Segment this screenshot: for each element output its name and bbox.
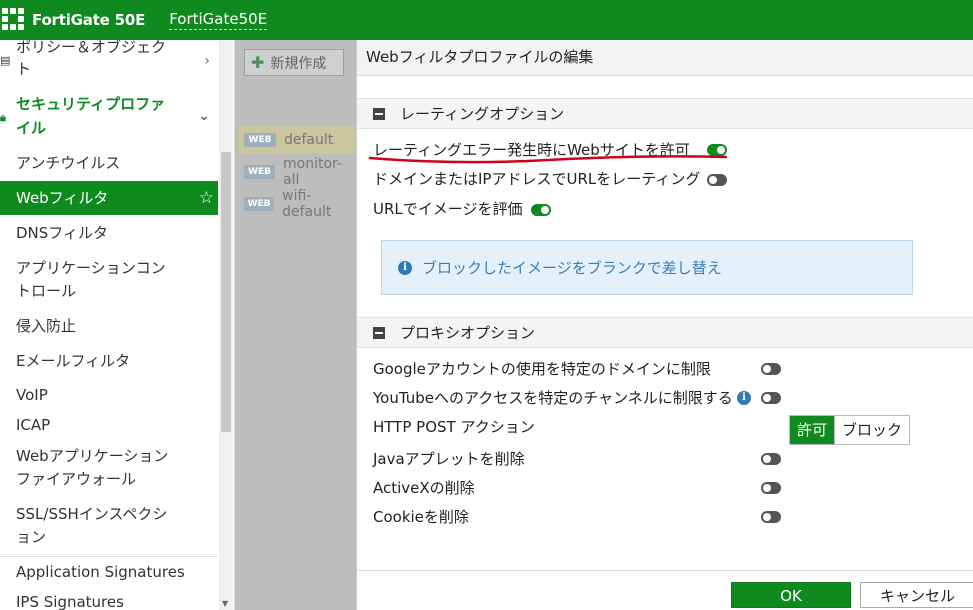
section-title: プロキシオプション [400,324,536,342]
sidebar-item-label: Application Signatures [16,563,185,581]
sidebar-item-label: セキュリティプロファイル [16,95,166,137]
dialog-footer: OK キャンセル [357,570,973,610]
option-label: ドメインまたはIPアドレスでURLをレーティング [373,170,701,188]
dialog-title: Webフィルタプロファイルの編集 [357,40,973,76]
option-label: ActiveXの削除 [373,479,475,497]
web-badge: WEB [244,197,275,211]
sidebar-item-dns-filter[interactable]: DNSフィルタ [0,222,218,245]
toggle-remove-activex[interactable] [761,482,781,494]
section-title: レーティングオプション [400,105,565,123]
ok-button[interactable]: OK [731,582,851,608]
proxy-options-header[interactable]: プロキシオプション [357,317,973,348]
sidebar-item-ips-signatures[interactable]: IPS Signatures [0,591,218,610]
rating-options-header[interactable]: レーティングオプション [357,98,973,129]
sidebar-item-web-filter[interactable]: Webフィルタ ☆ [0,181,218,215]
sidebar-scrollbar[interactable]: ▼ [219,40,233,610]
sidebar-item-icap[interactable]: ICAP [0,414,218,437]
profile-name: monitor-all [283,156,342,188]
toggle-remove-cookies[interactable] [761,511,781,523]
fortinet-logo-icon [2,8,26,32]
sidebar-item-label: SSL/SSHインスペクション [16,505,168,546]
sidebar-item-policy-objects[interactable]: ▤ ポリシー＆オブジェクト › [0,40,218,84]
plus-icon: ✚ [251,53,265,72]
collapse-icon[interactable] [373,326,385,339]
hostname-link[interactable]: FortiGate50E [169,10,268,30]
list-item[interactable]: WEB wifi-default [238,188,356,220]
sidebar-item-security-profiles[interactable]: 🔒︎ セキュリティプロファイル ⌄ [0,92,218,140]
sidebar-item-app-signatures[interactable]: Application Signatures [0,561,218,584]
allow-button[interactable]: 許可 [790,416,835,444]
option-remove-java-applets: Javaアプレットを削除 [373,449,525,469]
star-icon[interactable]: ☆ [199,181,214,215]
info-icon: i [398,260,412,275]
option-label: URLでイメージを評価 [373,200,523,218]
option-http-post-action: HTTP POST アクション [373,417,535,437]
profile-list-background: ✚ 新規作成 WEB default WEB monitor-all WEB w… [235,40,356,610]
sidebar-item-label: IPS Signatures [16,593,124,610]
info-message: i ブロックしたイメージをブランクで差し替え [381,240,913,295]
toggle-remove-java-applets[interactable] [761,453,781,465]
sidebar-item-label: ICAP [16,416,51,434]
toggle-google-account-restrict[interactable] [761,363,781,375]
sidebar-item-label: ポリシー＆オブジェクト [16,40,167,78]
info-icon[interactable]: i [737,391,751,405]
sidebar-item-label: DNSフィルタ [16,224,108,242]
http-post-action-selector: 許可 ブロック [789,415,911,445]
sidebar-item-label: Webアプリケーションファイアウォール [16,447,169,488]
top-bar: FortiGate 50E FortiGate50E [0,0,973,40]
list-item[interactable]: WEB default [238,126,356,154]
sidebar-item-antivirus[interactable]: アンチウイルス [0,152,218,175]
red-annotation-underline [368,155,728,164]
toggle-rate-images-by-url[interactable] [531,204,551,216]
scroll-down-icon[interactable]: ▼ [222,599,228,608]
sidebar-item-ssl-ssh[interactable]: SSL/SSHインスペクション [0,503,218,549]
option-rate-images-by-url: URLでイメージを評価 [373,199,522,219]
option-remove-activex: ActiveXの削除 [373,478,475,498]
sidebar-nav: ▤ ポリシー＆オブジェクト › 🔒︎ セキュリティプロファイル ⌄ アンチウイル… [0,40,235,610]
toggle-rate-url-by-domain-ip[interactable] [707,174,727,186]
option-label: Googleアカウントの使用を特定のドメインに制限 [373,360,711,378]
sidebar-item-label: VoIP [16,386,48,404]
sidebar-item-voip[interactable]: VoIP [0,384,218,407]
lock-icon: 🔒︎ [0,111,6,124]
sidebar-item-label: Webフィルタ [16,189,109,207]
device-brand: FortiGate 50E [32,11,146,29]
collapse-icon[interactable] [373,107,385,120]
profile-name: wifi-default [282,188,332,220]
cancel-button[interactable]: キャンセル [860,582,973,608]
option-label: Cookieを削除 [373,508,469,526]
create-new-label: 新規作成 [270,55,327,72]
sidebar-item-label: 侵入防止 [16,317,77,335]
option-label: YouTubeへのアクセスを特定のチャンネルに制限する [373,389,733,407]
scroll-thumb[interactable] [221,152,231,432]
block-button[interactable]: ブロック [834,416,910,444]
option-youtube-channel-restrict: YouTubeへのアクセスを特定のチャンネルに制限する [373,388,733,408]
toggle-youtube-channel-restrict[interactable] [761,392,781,404]
web-badge: WEB [244,133,276,147]
option-label: HTTP POST アクション [373,418,535,436]
profile-name: default [284,132,334,148]
list-item[interactable]: WEB monitor-all [238,156,356,188]
sidebar-item-ips[interactable]: 侵入防止 [0,315,218,338]
policy-icon: ▤ [0,54,11,67]
divider [0,556,218,557]
sidebar-item-app-control[interactable]: アプリケーションコントロール [0,257,218,303]
option-rate-url-by-domain-ip: ドメインまたはIPアドレスでURLをレーティング [373,169,700,189]
sidebar-item-label: アンチウイルス [16,154,121,172]
web-badge: WEB [244,165,276,179]
sidebar-item-label: Eメールフィルタ [16,352,131,370]
chevron-down-icon: ⌄ [198,108,210,124]
create-new-button[interactable]: ✚ 新規作成 [244,49,344,76]
sidebar-item-waf[interactable]: Webアプリケーションファイアウォール [0,445,218,491]
option-label: Javaアプレットを削除 [373,450,525,468]
sidebar-item-label: アプリケーションコントロール [16,259,166,300]
info-text: ブロックしたイメージをブランクで差し替え [422,259,722,277]
edit-web-filter-profile-dialog: Webフィルタプロファイルの編集 レーティングオプション レーティングエラー発生… [356,40,973,610]
chevron-right-icon: › [204,53,210,69]
option-remove-cookies: Cookieを削除 [373,507,469,527]
sidebar-item-email-filter[interactable]: Eメールフィルタ [0,350,218,373]
option-google-account-restrict: Googleアカウントの使用を特定のドメインに制限 [373,359,711,379]
